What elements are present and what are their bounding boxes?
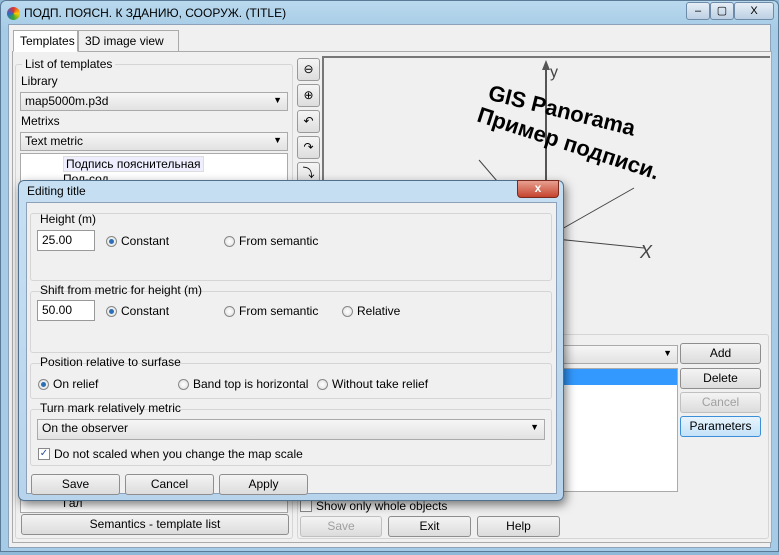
dialog-save-button[interactable]: Save [31, 474, 120, 495]
cancel-button[interactable]: Cancel [680, 392, 761, 413]
templates-group-title: List of templates [22, 57, 116, 71]
dialog-title: Editing title [27, 184, 86, 198]
delete-button[interactable]: Delete [680, 368, 761, 389]
tab-templates[interactable]: Templates [13, 30, 78, 52]
turn-select[interactable]: On the observer ▼ [37, 419, 545, 440]
semantics-template-list-button[interactable]: Semantics - template list [21, 514, 289, 535]
maximize-button[interactable]: ▢ [710, 2, 734, 20]
dialog-apply-button[interactable]: Apply [219, 474, 308, 495]
show-whole-objects-checkbox[interactable]: Show only whole objects [300, 499, 447, 513]
parameters-button[interactable]: Parameters [680, 416, 761, 437]
check-icon[interactable]: ✓ [38, 448, 50, 460]
shift-label: Shift from metric for height (m) [40, 283, 203, 297]
minimize-button[interactable]: – [686, 2, 710, 20]
chevron-down-icon: ▼ [273, 135, 282, 145]
shift-constant-radio[interactable]: Constant [106, 304, 169, 318]
chevron-down-icon: ▼ [530, 422, 539, 432]
dialog-close-button[interactable]: x [517, 180, 559, 198]
add-button[interactable]: Add [680, 343, 761, 364]
turn-value: On the observer [42, 421, 129, 435]
turn-label: Turn mark relatively metric [40, 401, 181, 415]
editing-title-dialog: Editing title x Height (m) 25.00 Constan… [18, 180, 564, 501]
metrics-select[interactable]: Text metric ▼ [20, 132, 288, 151]
band-top-horizontal-radio[interactable]: Band top is horizontal [178, 377, 308, 391]
show-whole-objects-label: Show only whole objects [316, 499, 448, 513]
list-item-selected[interactable] [556, 369, 677, 385]
help-button[interactable]: Help [477, 516, 560, 537]
no-scale-label: Do not scaled when you change the map sc… [54, 447, 303, 461]
metrics-label: Metrixs [21, 114, 60, 128]
height-label: Height (m) [40, 212, 97, 226]
axis-x-label: X [640, 242, 653, 262]
library-select[interactable]: map5000m.p3d ▼ [20, 92, 288, 111]
app-icon [7, 6, 20, 20]
exit-button[interactable]: Exit [388, 516, 471, 537]
metrics-value: Text metric [25, 134, 84, 148]
shift-relative-radio[interactable]: Relative [342, 304, 400, 318]
checkbox-box[interactable] [300, 500, 312, 512]
object-select[interactable]: ▼ [555, 345, 678, 364]
dialog-client: Height (m) 25.00 Constant From semantic … [26, 202, 557, 495]
rotate-z-left-icon[interactable]: ↶ [297, 110, 320, 133]
object-list[interactable] [555, 368, 678, 492]
without-take-relief-radio[interactable]: Without take relief [317, 377, 428, 391]
library-label: Library [21, 74, 58, 88]
shift-group [30, 291, 552, 353]
save-button[interactable]: Save [300, 516, 382, 537]
no-scale-checkbox[interactable]: ✓ Do not scaled when you change the map s… [38, 447, 303, 461]
dialog-cancel-button[interactable]: Cancel [125, 474, 214, 495]
on-relief-radio[interactable]: On relief [38, 377, 98, 391]
chevron-down-icon: ▼ [663, 348, 672, 358]
shift-from-semantic-radio[interactable]: From semantic [224, 304, 318, 318]
height-constant-radio[interactable]: Constant [106, 234, 169, 248]
rotate-z-right-icon[interactable]: ↷ [297, 136, 320, 159]
shift-input[interactable]: 50.00 [37, 300, 95, 321]
close-button[interactable]: X [734, 2, 774, 20]
window-title: ПОДП. ПОЯСН. К ЗДАНИЮ, СООРУЖ. (TITLE) [24, 6, 287, 20]
height-from-semantic-radio[interactable]: From semantic [224, 234, 318, 248]
position-label: Position relative to surfase [40, 355, 181, 369]
tab-3d-image-view[interactable]: 3D image view [78, 30, 179, 52]
axis-y-label: y [550, 64, 558, 81]
zoom-in-icon[interactable]: ⊕ [297, 84, 320, 107]
tree-item[interactable]: Подпись пояснительная [63, 156, 204, 172]
height-input[interactable]: 25.00 [37, 230, 95, 251]
library-value: map5000m.p3d [25, 94, 109, 108]
chevron-down-icon: ▼ [273, 95, 282, 105]
zoom-out-icon[interactable]: ⊖ [297, 58, 320, 81]
title-bar: ПОДП. ПОЯСН. К ЗДАНИЮ, СООРУЖ. (TITLE) [7, 4, 286, 22]
